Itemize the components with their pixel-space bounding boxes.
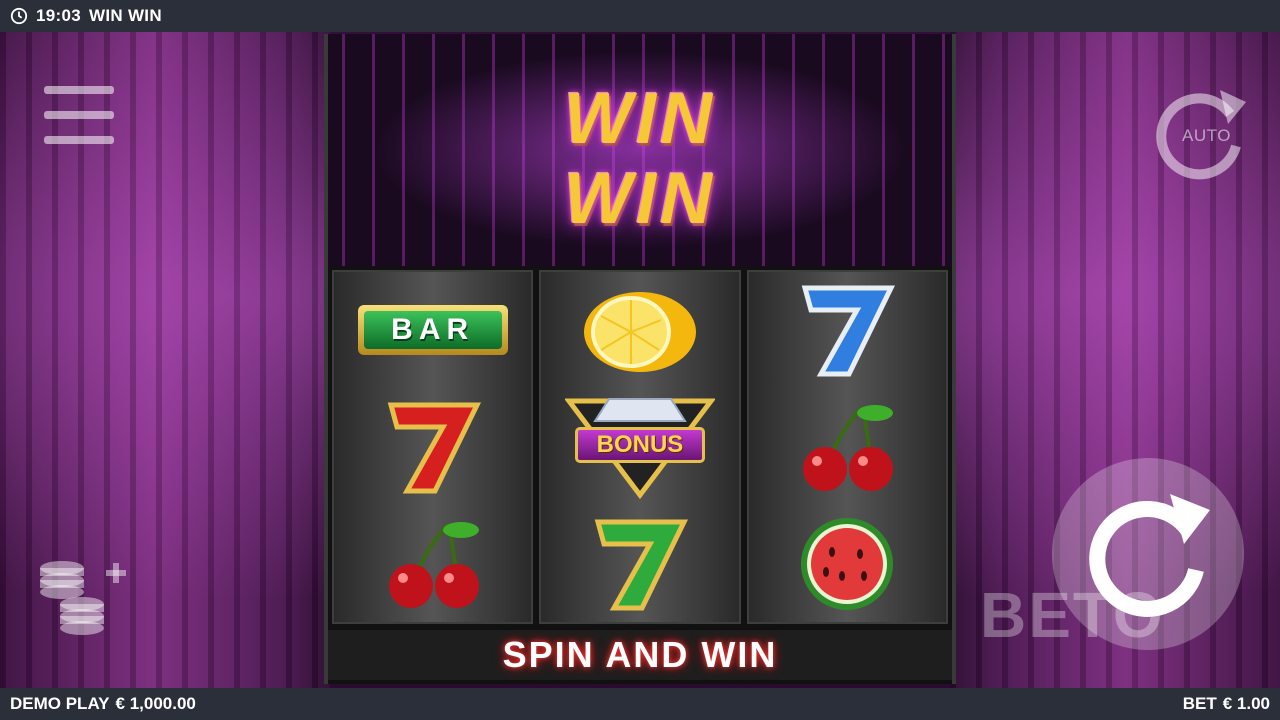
bottom-status-bar: DEMO PLAY € 1,000.00 BET € 1.00 — [0, 688, 1280, 720]
symbol-seven-blue — [767, 278, 927, 382]
seven-icon — [594, 519, 688, 611]
reel-2: BONUS — [539, 270, 741, 624]
reel-1: BAR — [332, 270, 534, 624]
symbol-cherries — [767, 395, 927, 499]
tagline-banner: SPIN AND WIN — [328, 630, 952, 680]
menu-button[interactable] — [44, 86, 114, 144]
logo-line-2: WIN — [564, 159, 716, 239]
symbol-seven-green — [560, 512, 720, 616]
slot-machine: WIN WIN BAR BONUS SPIN AND WIN — [324, 34, 956, 684]
symbol-lemon — [560, 278, 720, 382]
bar-label: BAR — [363, 311, 502, 350]
cherries-icon — [388, 521, 479, 608]
game-logo: WIN WIN — [328, 34, 952, 266]
watermelon-icon — [801, 517, 894, 610]
top-status-bar: 19:03 WIN WIN — [0, 0, 1280, 32]
coins-plus-icon — [40, 561, 126, 635]
seven-icon — [802, 285, 896, 377]
clock-time: 19:03 — [36, 6, 81, 25]
reels: BAR BONUS — [332, 270, 948, 624]
watermark-logo: BETO — [980, 579, 1165, 651]
seven-icon — [387, 402, 481, 494]
cherries-icon — [803, 404, 894, 491]
bonus-label: BONUS — [574, 426, 705, 463]
hamburger-icon — [44, 86, 114, 94]
reel-3 — [746, 270, 948, 624]
balance-display: DEMO PLAY € 1,000.00 — [10, 694, 196, 714]
mode-label: DEMO PLAY — [10, 694, 110, 713]
bet-settings-button[interactable] — [36, 560, 128, 640]
bet-value: € 1.00 — [1222, 694, 1270, 713]
clock-icon — [10, 7, 28, 25]
bet-label: BET — [1182, 694, 1217, 713]
lemon-icon — [583, 292, 696, 373]
autoplay-button[interactable]: AUTO — [1150, 84, 1250, 184]
symbol-cherries — [353, 512, 513, 616]
logo-line-1: WIN — [564, 79, 716, 159]
symbol-bar: BAR — [353, 278, 513, 382]
hamburger-line — [44, 136, 114, 144]
autoplay-label: AUTO — [1182, 126, 1231, 145]
balance-value: € 1,000.00 — [115, 694, 196, 713]
bet-display[interactable]: BET € 1.00 — [1183, 694, 1270, 714]
symbol-bonus: BONUS — [560, 395, 720, 500]
symbol-seven-red — [353, 395, 513, 499]
symbol-watermelon — [767, 512, 927, 616]
game-title: WIN WIN — [88, 6, 162, 25]
hamburger-line — [44, 111, 114, 119]
